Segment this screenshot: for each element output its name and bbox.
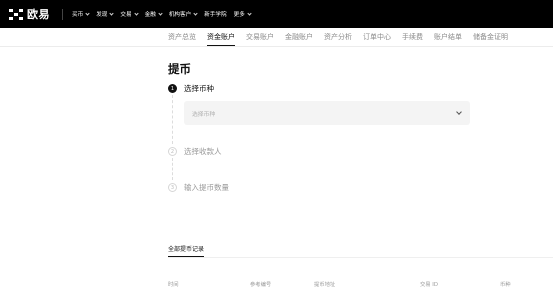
tab-account-8[interactable]: 储备金证明 <box>473 32 508 46</box>
tab-account-6[interactable]: 手续费 <box>402 32 423 46</box>
top-nav-item-label: 金融 <box>144 12 156 18</box>
top-nav-item[interactable]: 机构客户 <box>168 10 198 18</box>
top-nav-item[interactable]: 金融 <box>144 10 163 18</box>
top-nav-item[interactable]: 更多 <box>233 10 252 18</box>
top-nav-item-label: 交易 <box>120 12 132 18</box>
chevron-down-icon <box>158 10 163 16</box>
top-nav-item-label: 买币 <box>72 12 84 18</box>
tab-all-withdrawal-records[interactable]: 全部提币记录 <box>168 244 205 257</box>
step-number: 1 <box>168 84 177 93</box>
sub-nav-divider <box>0 46 553 47</box>
tab-account-4[interactable]: 资产分析 <box>324 32 352 46</box>
step-select-recipient: 2 选择收款人 <box>168 146 222 157</box>
top-nav-item-label: 更多 <box>233 12 245 18</box>
top-nav-item[interactable]: 买币 <box>72 10 90 18</box>
okx-logo-icon <box>9 8 23 20</box>
step-label: 选择币种 <box>184 84 214 93</box>
tab-account-7[interactable]: 账户结单 <box>434 32 462 46</box>
top-nav-item-label: 发现 <box>96 12 108 18</box>
tab-account-0[interactable]: 资产总览 <box>168 32 196 46</box>
chevron-down-icon <box>133 10 139 16</box>
step-label: 选择收款人 <box>184 147 222 156</box>
tab-account-1[interactable]: 资金账户 <box>207 32 235 46</box>
step-connector <box>172 158 173 180</box>
top-nav-item[interactable]: 发现 <box>96 10 115 18</box>
step-select-coin: 1 选择币种 <box>168 83 214 94</box>
column-header-coin: 币种 <box>500 282 511 288</box>
account-sub-nav: 资产总览 资金账户 交易账户 金融账户 资产分析 订单中心 手续费 账户结单 储备金证明 <box>168 28 519 46</box>
top-nav-item-label: 新手学院 <box>204 12 227 18</box>
step-label: 输入提币数量 <box>184 183 229 192</box>
step-number: 3 <box>168 183 177 192</box>
step-enter-amount: 3 输入提币数量 <box>168 182 229 193</box>
okx-logo[interactable]: 欧易 <box>9 6 50 22</box>
top-nav-item[interactable]: 新手学院 <box>204 10 226 18</box>
column-header-address: 提币地址 <box>314 282 336 288</box>
column-header-reference: 参考编号 <box>250 282 272 288</box>
tab-account-3[interactable]: 金融账户 <box>285 32 313 46</box>
page-title: 提币 <box>168 62 191 76</box>
coin-select-placeholder: 选择币种 <box>192 111 216 118</box>
chevron-down-icon <box>456 109 462 115</box>
coin-select-dropdown[interactable]: 选择币种 <box>184 101 470 125</box>
column-header-txid: 交易 ID <box>420 282 438 288</box>
nav-divider <box>62 8 63 20</box>
top-nav-bar: 欧易 买币 发现 交易 金融 机构客户 新手学院 更多 <box>0 0 553 28</box>
brand-name: 欧易 <box>27 8 50 21</box>
records-divider <box>168 257 553 258</box>
top-nav-item[interactable]: 交易 <box>120 10 139 18</box>
chevron-down-icon <box>85 10 90 16</box>
top-nav-item-label: 机构客户 <box>168 12 192 18</box>
tab-account-2[interactable]: 交易账户 <box>246 32 274 46</box>
chevron-down-icon <box>109 10 115 16</box>
column-header-time: 时间 <box>168 282 179 288</box>
step-number: 2 <box>168 147 177 156</box>
chevron-down-icon <box>247 10 252 16</box>
tab-account-5[interactable]: 订单中心 <box>363 32 391 46</box>
step-connector <box>172 95 173 144</box>
chevron-down-icon <box>193 10 198 16</box>
